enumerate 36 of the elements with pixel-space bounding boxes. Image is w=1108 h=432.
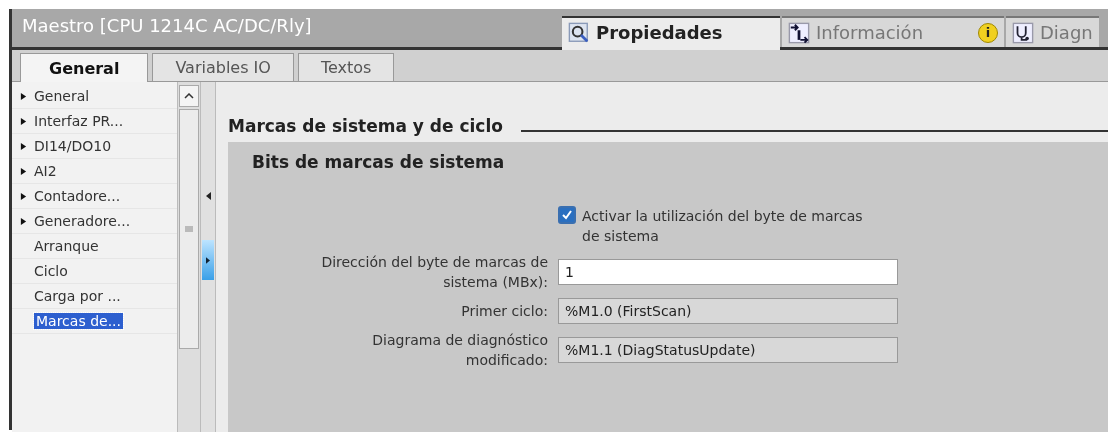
- expand-triangle-icon: [19, 116, 27, 126]
- collapse-arrow-icon: [205, 192, 211, 200]
- expand-triangle-icon: [19, 191, 27, 201]
- expand-triangle-icon: [19, 91, 27, 101]
- scroll-thumb[interactable]: [179, 109, 199, 349]
- tab[interactable]: Textos: [297, 53, 395, 81]
- tab[interactable]: General: [20, 53, 149, 82]
- group-title: Bits de marcas de sistema: [252, 152, 506, 172]
- expand-arrow-icon: [206, 256, 210, 264]
- caret-up-icon: [184, 93, 194, 99]
- input-field[interactable]: 1: [558, 259, 898, 285]
- field-label: Primer ciclo:: [461, 303, 548, 319]
- expand-triangle-icon: [19, 216, 27, 226]
- info-badge: i: [978, 22, 998, 43]
- magnifier-icon: [568, 21, 590, 44]
- window-title: Maestro [CPU 1214C AC/DC/Rly]: [21, 14, 313, 38]
- scroll-up-button[interactable]: [179, 85, 199, 107]
- inspector-tab[interactable]: Propiedades: [562, 16, 780, 50]
- scrollbar[interactable]: [177, 82, 201, 432]
- expand-triangle-icon: [19, 141, 27, 151]
- checkbox[interactable]: [558, 206, 576, 224]
- field-label: Diagrama de diagnóstico modificado:: [372, 332, 548, 368]
- field-label: Dirección del byte de marcas de sistema (MBx):: [321, 254, 548, 290]
- checkbox-label: Activar la utilización del byte de marcas de sistema: [582, 207, 864, 246]
- stethoscope-icon: [1012, 21, 1034, 44]
- inspector-tab[interactable]: Información i: [782, 16, 1004, 50]
- expand-triangle-icon: [19, 166, 27, 176]
- sidebar-item[interactable]: Marcas de...: [12, 309, 177, 334]
- expand-handle[interactable]: [202, 240, 214, 280]
- check-icon: [561, 209, 573, 221]
- section-title: Marcas de sistema y de ciclo: [228, 116, 503, 136]
- readonly-field: %M1.0 (FirstScan): [558, 298, 898, 324]
- info-arrows-icon: [788, 21, 810, 44]
- readonly-field: %M1.1 (DiagStatusUpdate): [558, 337, 898, 363]
- tab[interactable]: Variables IO: [152, 53, 294, 81]
- grip-icon: [185, 226, 193, 232]
